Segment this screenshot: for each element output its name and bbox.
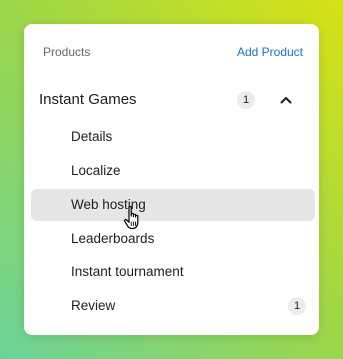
- review-count-badge: 1: [288, 297, 306, 315]
- panel-title: Products: [43, 45, 91, 59]
- nav-item-instant-tournament[interactable]: Instant tournament: [31, 256, 315, 288]
- nav-item-label: Details: [71, 129, 113, 144]
- hand-pointer-icon: [124, 205, 139, 230]
- products-panel: Products Add Product Instant Games 1 Det…: [24, 24, 319, 335]
- nav-item-label: Instant tournament: [71, 264, 184, 279]
- nav-item-leaderboards[interactable]: Leaderboards: [31, 223, 315, 255]
- nav-item-label: Localize: [71, 163, 121, 178]
- nav-item-details[interactable]: Details: [31, 121, 315, 153]
- nav-item-label: Review: [71, 298, 116, 313]
- product-group-count-badge: 1: [237, 91, 255, 109]
- panel-header: Products Add Product: [24, 24, 319, 80]
- nav-item-review[interactable]: Review 1: [31, 290, 315, 322]
- chevron-up-icon[interactable]: [278, 92, 294, 108]
- nav-item-localize[interactable]: Localize: [31, 155, 315, 187]
- product-group-label: Instant Games: [39, 91, 137, 108]
- nav-item-web-hosting[interactable]: Web hosting: [31, 189, 315, 221]
- nav-item-label: Leaderboards: [71, 231, 155, 246]
- product-group-instant-games[interactable]: Instant Games 1: [24, 80, 319, 120]
- add-product-link[interactable]: Add Product: [237, 45, 303, 59]
